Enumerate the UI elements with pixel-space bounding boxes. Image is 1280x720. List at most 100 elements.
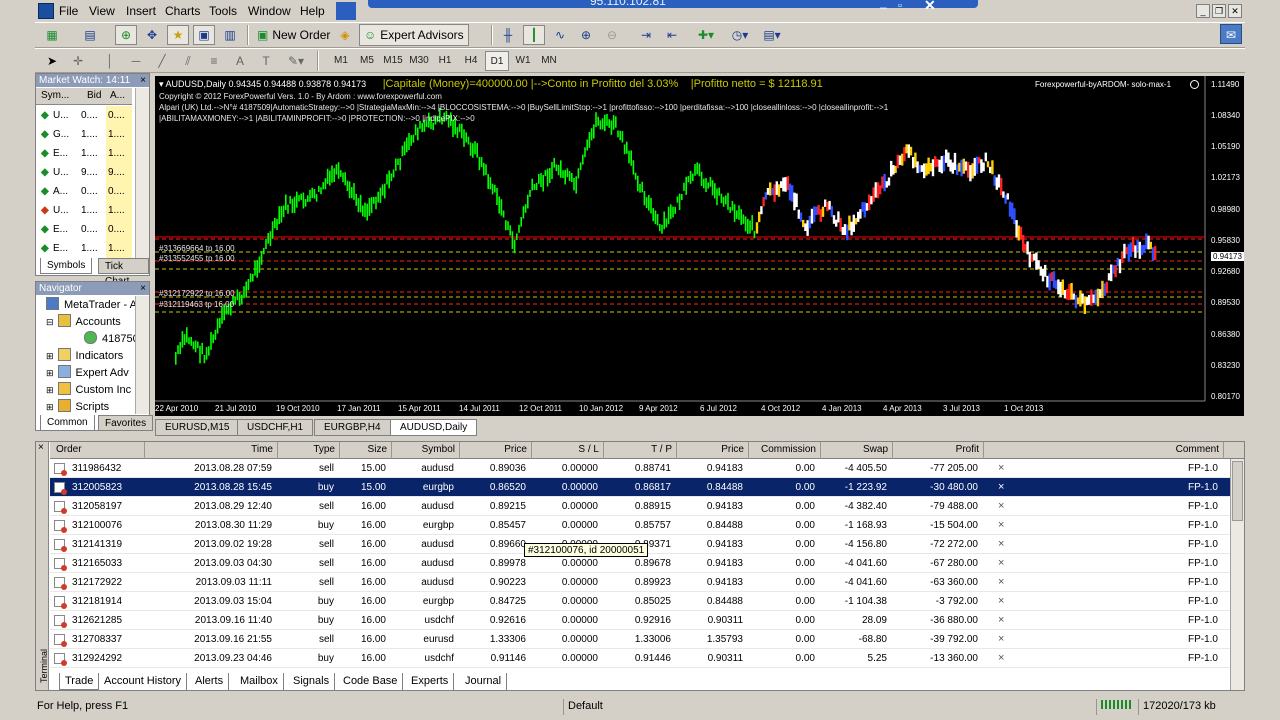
- terminal-tab[interactable]: Code Base: [338, 673, 404, 690]
- table-row[interactable]: 312172922 2013.09.03 11:11 sell 16.00 audusd…: [50, 573, 1230, 592]
- trendline-icon[interactable]: ╱: [151, 51, 173, 71]
- close-order-icon[interactable]: ×: [998, 592, 1004, 611]
- menu-help[interactable]: Help: [300, 4, 325, 18]
- tab-common[interactable]: Common: [40, 415, 95, 431]
- col-symbol[interactable]: Sym...: [41, 90, 69, 101]
- chart-tab-eurusd[interactable]: EURUSD,M15: [155, 419, 240, 436]
- app-icon[interactable]: [38, 3, 54, 19]
- close-order-icon[interactable]: ×: [998, 497, 1004, 516]
- table-row[interactable]: 312100076 2013.08.30 11:29 buy 16.00 eurgbp 0…: [50, 516, 1230, 535]
- close-order-icon[interactable]: ×: [998, 649, 1004, 668]
- candlestick-icon[interactable]: ┃: [523, 25, 545, 45]
- table-row[interactable]: 312621285 2013.09.16 11:40 buy 16.00 usdchf 0…: [50, 611, 1230, 630]
- nav-indicators[interactable]: ⊞ Indicators: [46, 348, 123, 365]
- vertical-line-icon[interactable]: │: [99, 51, 121, 71]
- price-chart[interactable]: ▾ AUDUSD,Daily 0.94345 0.94488 0.93878 0…: [155, 76, 1244, 416]
- market-watch-row[interactable]: ◆ U... 9.... 9....: [36, 163, 132, 182]
- terminal-tab[interactable]: Mailbox: [235, 673, 284, 690]
- market-watch-row[interactable]: ◆ U... 1.... 1....: [36, 201, 132, 220]
- metaeditor-icon[interactable]: ◈: [334, 25, 356, 45]
- menu-insert[interactable]: Insert: [126, 4, 156, 18]
- zoom-in-icon[interactable]: ⊕: [575, 25, 597, 45]
- column-header[interactable]: Commission: [749, 442, 821, 459]
- profiles-icon[interactable]: ▤: [79, 25, 101, 45]
- close-order-icon[interactable]: ×: [998, 611, 1004, 630]
- column-header[interactable]: Type: [278, 442, 340, 459]
- close-order-icon[interactable]: ×: [998, 459, 1004, 478]
- autoscroll-icon[interactable]: ⇥: [635, 25, 657, 45]
- terminal-icon[interactable]: ▣: [193, 25, 215, 45]
- menu-window[interactable]: Window: [248, 4, 291, 18]
- market-watch-row[interactable]: ◆ A... 0.... 0....: [36, 182, 132, 201]
- close-order-icon[interactable]: ×: [998, 573, 1004, 592]
- column-header[interactable]: T / P: [604, 442, 677, 459]
- column-header[interactable]: Price: [677, 442, 749, 459]
- timeframe-w1[interactable]: W1: [511, 51, 535, 71]
- close-order-icon[interactable]: ×: [998, 630, 1004, 649]
- remote-minimize-icon[interactable]: –: [880, 0, 887, 14]
- line-chart-icon[interactable]: ∿: [549, 25, 571, 45]
- data-window-icon[interactable]: ✥: [141, 25, 163, 45]
- timeframe-m30[interactable]: M30: [407, 51, 431, 71]
- market-watch-icon[interactable]: ⊕: [115, 25, 137, 45]
- arrows-icon[interactable]: ✎▾: [285, 51, 307, 71]
- expand-icon[interactable]: ⊞: [46, 351, 54, 361]
- tab-tick-chart[interactable]: Tick Chart: [98, 258, 149, 287]
- terminal-tab[interactable]: Experts: [406, 673, 455, 690]
- close-icon[interactable]: ×: [38, 442, 44, 453]
- table-row[interactable]: 312005823 2013.08.28 15:45 buy 15.00 eurgbp 0…: [50, 478, 1230, 497]
- menu-tools[interactable]: Tools: [209, 4, 237, 18]
- text-label-icon[interactable]: T: [255, 51, 277, 71]
- trade-scrollbar[interactable]: [1230, 459, 1244, 690]
- indicators-icon[interactable]: ✚▾: [695, 25, 717, 45]
- chart-tab-audusd[interactable]: AUDUSD,Daily: [390, 419, 478, 436]
- close-order-icon[interactable]: ×: [998, 478, 1004, 497]
- expand-icon[interactable]: ⊞: [46, 385, 54, 395]
- market-watch-row[interactable]: ◆ G... 1.... 1....: [36, 125, 132, 144]
- pin-icon[interactable]: [336, 2, 356, 20]
- table-row[interactable]: 312058197 2013.08.29 12:40 sell 16.00 audusd…: [50, 497, 1230, 516]
- close-order-icon[interactable]: ×: [998, 554, 1004, 573]
- column-header[interactable]: Size: [340, 442, 392, 459]
- chart-shift-icon[interactable]: ⇤: [661, 25, 683, 45]
- table-row[interactable]: 312708337 2013.09.16 21:55 sell 16.00 eurusd…: [50, 630, 1230, 649]
- channel-icon[interactable]: ⫽: [177, 51, 199, 71]
- zoom-out-icon[interactable]: ⊖: [601, 25, 623, 45]
- collapse-icon[interactable]: ⊟: [46, 317, 54, 327]
- cursor-icon[interactable]: ➤: [41, 51, 63, 71]
- timeframe-m1[interactable]: M1: [329, 51, 353, 71]
- timeframe-m5[interactable]: M5: [355, 51, 379, 71]
- restore-icon[interactable]: ❐: [1212, 4, 1226, 18]
- timeframe-h1[interactable]: H1: [433, 51, 457, 71]
- chart-tab-usdchf[interactable]: USDCHF,H1: [237, 419, 314, 436]
- col-bid[interactable]: Bid: [87, 90, 101, 101]
- remote-close-icon[interactable]: ✕: [924, 0, 936, 14]
- scroll-thumb[interactable]: [1232, 461, 1243, 521]
- menu-view[interactable]: View: [89, 4, 115, 18]
- expand-icon[interactable]: ⊞: [46, 402, 54, 412]
- horizontal-line-icon[interactable]: ─: [125, 51, 147, 71]
- market-watch-scrollbar[interactable]: [135, 88, 149, 258]
- close-icon[interactable]: ✕: [1228, 4, 1242, 18]
- bar-chart-icon[interactable]: ╫: [497, 25, 519, 45]
- timeframe-h4[interactable]: H4: [459, 51, 483, 71]
- nav-scripts[interactable]: ⊞ Scripts: [46, 399, 109, 416]
- col-ask[interactable]: A...: [110, 90, 125, 101]
- nav-experts[interactable]: ⊞ Expert Adv: [46, 365, 129, 382]
- terminal-tab[interactable]: Trade: [59, 673, 100, 690]
- market-watch-row[interactable]: ◆ E... 1.... 1....: [36, 239, 132, 258]
- column-header[interactable]: Price: [460, 442, 532, 459]
- terminal-tab[interactable]: Alerts: [190, 673, 230, 690]
- close-order-icon[interactable]: ×: [998, 535, 1004, 554]
- tab-favorites[interactable]: Favorites: [98, 415, 154, 431]
- close-icon[interactable]: ×: [140, 74, 146, 87]
- market-watch-row[interactable]: ◆ U... 0.... 0....: [36, 106, 132, 125]
- tab-symbols[interactable]: Symbols: [40, 258, 93, 274]
- table-row[interactable]: 311986432 2013.08.28 07:59 sell 15.00 audusd…: [50, 459, 1230, 478]
- nav-root[interactable]: MetaTrader - A: [46, 297, 137, 314]
- expert-advisors-button[interactable]: ☺ Expert Advisors: [359, 24, 469, 46]
- column-header[interactable]: Order: [50, 442, 145, 459]
- community-icon[interactable]: ✉: [1220, 24, 1242, 44]
- column-header[interactable]: S / L: [532, 442, 604, 459]
- column-header[interactable]: Time: [145, 442, 278, 459]
